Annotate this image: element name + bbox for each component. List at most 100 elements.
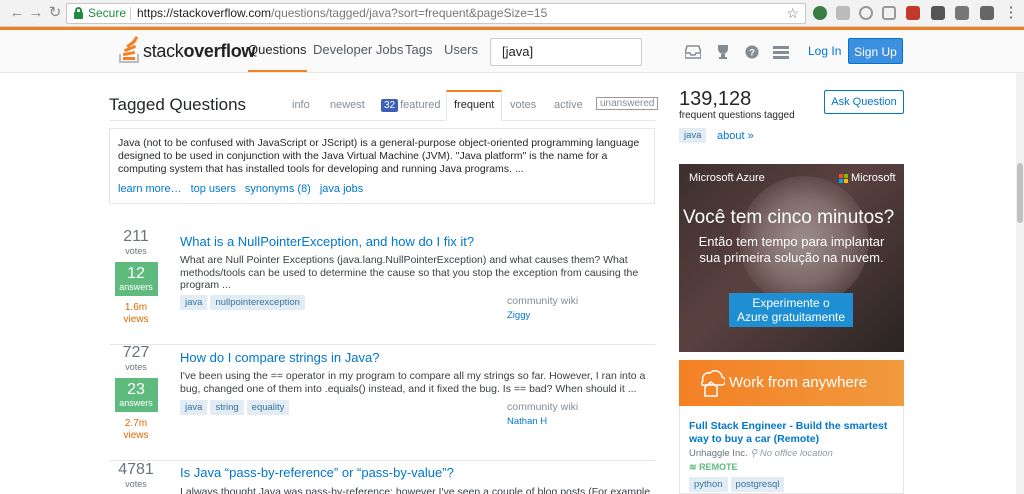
- extension-camera-icon[interactable]: [931, 6, 945, 20]
- site-header: stackoverflow Questions Developer Jobs T…: [0, 27, 1024, 73]
- tab-frequent[interactable]: frequent: [446, 90, 503, 121]
- address-bar[interactable]: Secure https://stackoverflow.com/questio…: [66, 3, 806, 24]
- java-jobs-link[interactable]: java jobs: [320, 183, 363, 195]
- top-users-link[interactable]: top users: [191, 183, 236, 195]
- stack-logo-icon: [118, 35, 140, 64]
- tab-newest[interactable]: newest: [330, 90, 365, 121]
- votes-label: votes: [125, 246, 147, 256]
- url-host: https://stackoverflow.com: [137, 6, 272, 20]
- question-stats: 211 votes 12 answers 1.6m views: [109, 228, 163, 326]
- question-title-link[interactable]: How do I compare strings in Java?: [180, 350, 379, 365]
- tag-wiki-excerpt: Java (not to be confused with JavaScript…: [109, 128, 655, 204]
- owner-link[interactable]: Ziggy: [507, 310, 530, 321]
- cloud-house-icon: [700, 370, 725, 397]
- owner-link[interactable]: Nathan H: [507, 416, 547, 427]
- vote-count: 4781: [118, 461, 154, 478]
- tab-info[interactable]: info: [292, 90, 310, 121]
- about-tag-link[interactable]: about »: [717, 130, 754, 142]
- question-title-link[interactable]: Is Java “pass-by-reference” or “pass-by-…: [180, 465, 454, 480]
- tag-nullpointerexception[interactable]: nullpointerexception: [210, 295, 305, 310]
- reload-icon[interactable]: ↻: [46, 4, 64, 22]
- tab-votes[interactable]: votes: [510, 90, 536, 121]
- tag-postgresql[interactable]: postgresql: [730, 477, 785, 492]
- site-switcher-icon[interactable]: [773, 45, 789, 59]
- community-wiki-label: community wiki: [507, 401, 579, 413]
- secure-label: Secure: [88, 6, 127, 20]
- question-excerpt: I always thought Java was pass-by-refere…: [180, 486, 650, 494]
- tag-equality[interactable]: equality: [246, 400, 290, 415]
- tab-unanswered[interactable]: unanswered: [596, 97, 659, 110]
- answer-count-badge: 12 answers: [114, 262, 158, 296]
- question-stats: 4781 votes: [109, 461, 163, 490]
- back-arrow-icon[interactable]: ←: [8, 4, 26, 22]
- tag-java[interactable]: java: [180, 295, 208, 310]
- community-wiki-label: community wiki: [507, 295, 579, 307]
- login-link[interactable]: Log In: [808, 44, 841, 58]
- lock-icon: [74, 7, 83, 19]
- tab-active[interactable]: active: [554, 90, 583, 121]
- browser-toolbar: ← → ↻ Secure https://stackoverflow.com/q…: [0, 0, 1024, 27]
- extension-square-icon[interactable]: [882, 6, 896, 20]
- votes-label: votes: [125, 479, 147, 489]
- learn-more-link[interactable]: learn more…: [118, 183, 182, 195]
- featured-count-badge: 32: [381, 99, 399, 112]
- help-icon[interactable]: ?: [744, 45, 760, 59]
- question-excerpt: What are Null Pointer Exceptions (java.l…: [180, 254, 639, 291]
- tag-java[interactable]: java: [180, 400, 208, 415]
- ad-subtext: Então tem tempo para implantar sua primei…: [698, 234, 885, 265]
- vote-count: 211: [123, 228, 149, 245]
- tag-python[interactable]: python: [689, 477, 728, 492]
- location-pin-icon: ⚲: [750, 448, 758, 459]
- logo-text: stackoverflow: [143, 41, 256, 61]
- forward-arrow-icon[interactable]: →: [27, 4, 45, 22]
- extension-red-icon[interactable]: [906, 6, 920, 20]
- browser-menu-icon[interactable]: ⋮: [1002, 4, 1020, 22]
- extension-puzzle-icon[interactable]: [955, 6, 969, 20]
- search-input[interactable]: [java]: [490, 38, 642, 66]
- question-excerpt: I've been using the == operator in my pr…: [180, 370, 646, 395]
- page-title: Tagged Questions: [109, 95, 247, 114]
- question-summary: 4781 votes Is Java “pass-by-reference” o…: [109, 461, 655, 494]
- microsoft-logo-icon: [839, 174, 848, 183]
- scrollbar-thumb[interactable]: [1017, 163, 1023, 223]
- trophy-icon[interactable]: [715, 45, 731, 59]
- ad-brand: Microsoft Azure: [689, 172, 765, 184]
- job-title-link[interactable]: Full Stack Engineer - Build the smartest…: [689, 420, 894, 446]
- synonyms-link[interactable]: synonyms (8): [245, 183, 311, 195]
- tag-string[interactable]: string: [210, 400, 244, 415]
- question-tags: java nullpointerexception: [180, 294, 308, 310]
- ask-question-button[interactable]: Ask Question: [824, 90, 904, 114]
- nav-tags[interactable]: Tags: [405, 30, 432, 72]
- url-path: /questions/tagged/java?sort=frequent&pag…: [271, 6, 548, 20]
- jobs-banner-text: Work from anywhere: [729, 374, 868, 391]
- signup-button[interactable]: Sign Up: [848, 38, 903, 64]
- extension-new-icon[interactable]: [813, 6, 827, 20]
- wiki-text: Java (not to be confused with JavaScript…: [118, 137, 640, 175]
- question-count: 139,128: [679, 88, 752, 110]
- extension-dropbox-icon[interactable]: [836, 6, 850, 20]
- nav-users[interactable]: Users: [444, 30, 478, 72]
- job-tags: python postgresql: [689, 476, 787, 492]
- nav-developer-jobs[interactable]: Developer Jobs: [313, 30, 403, 72]
- answer-count-badge: 23 answers: [114, 378, 158, 412]
- question-stats: 727 votes 23 answers 2.7m views: [109, 344, 163, 442]
- nav-questions[interactable]: Questions: [248, 30, 307, 72]
- view-count: 2.7m views: [123, 418, 149, 441]
- tab-featured[interactable]: 32 featured: [381, 90, 441, 121]
- job-company: Unhaggle Inc. ⚲ No office location: [689, 448, 833, 459]
- question-tags: java string equality: [180, 399, 292, 415]
- ad-cta-button[interactable]: Experimente o Azure gratuitamente: [729, 293, 853, 327]
- page-scrollbar[interactable]: [1016, 73, 1024, 494]
- view-count: 1.6m views: [123, 302, 149, 325]
- url-text: https://stackoverflow.com/questions/tagg…: [137, 4, 547, 23]
- tag-java[interactable]: java: [679, 128, 707, 143]
- question-count-label: frequent questions tagged: [679, 110, 795, 121]
- jobs-banner[interactable]: Work from anywhere: [679, 360, 904, 406]
- advertisement[interactable]: Microsoft Azure Microsoft Você tem cinco…: [679, 164, 904, 352]
- inbox-icon[interactable]: [685, 45, 701, 59]
- question-title-link[interactable]: What is a NullPointerException, and how …: [180, 234, 474, 249]
- bookmark-star-icon[interactable]: ☆: [786, 4, 799, 23]
- wiki-links: learn more… top users synonyms (8) java job…: [118, 183, 372, 196]
- extension-bookmark-icon[interactable]: [980, 6, 994, 20]
- extension-shield-icon[interactable]: [859, 6, 873, 20]
